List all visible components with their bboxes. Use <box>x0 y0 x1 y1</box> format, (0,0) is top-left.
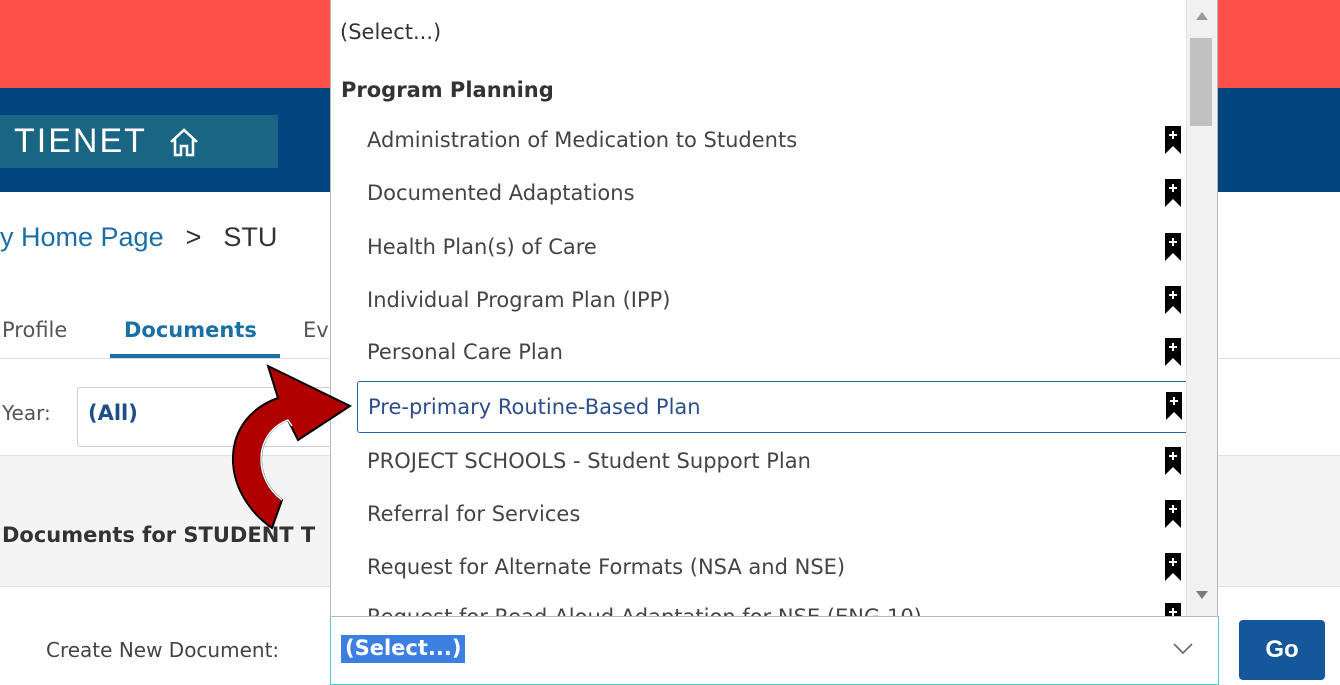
bookmark-plus-icon <box>1165 286 1181 314</box>
dropdown-option[interactable]: Health Plan(s) of Care <box>357 227 1189 267</box>
dropdown-option-label: Administration of Medication to Students <box>367 128 798 152</box>
dropdown-option-label: Request for Read-Aloud Adaptation for NS… <box>367 605 922 617</box>
bookmark-plus-icon <box>1165 447 1181 475</box>
dropdown-option-label: Pre-primary Routine-Based Plan <box>368 395 701 419</box>
tab-profile[interactable]: Profile <box>2 318 67 342</box>
curved-red-arrow-icon <box>231 364 353 530</box>
dropdown-option-label: Personal Care Plan <box>367 340 563 364</box>
dropdown-option[interactable]: Request for Alternate Formats (NSA and N… <box>357 547 1189 587</box>
bookmark-plus-icon <box>1165 553 1181 581</box>
tab-ev[interactable]: Ev <box>303 318 329 342</box>
document-type-dropdown[interactable]: (Select...) Program Planning Administrat… <box>330 0 1218 617</box>
go-button[interactable]: Go <box>1239 620 1325 680</box>
dropdown-option-label: Individual Program Plan (IPP) <box>367 288 671 312</box>
year-label: Year: <box>2 401 51 425</box>
dropdown-option[interactable]: Documented Adaptations <box>357 173 1189 213</box>
dropdown-option[interactable]: Referral for Services <box>357 494 1189 534</box>
dropdown-option[interactable]: Individual Program Plan (IPP) <box>357 280 1189 320</box>
tab-documents[interactable]: Documents <box>124 318 257 342</box>
bookmark-plus-icon <box>1166 392 1182 420</box>
chevron-down-icon[interactable] <box>1172 637 1194 659</box>
create-document-label: Create New Document: <box>46 638 280 662</box>
scroll-up-arrow-icon[interactable] <box>1196 12 1208 20</box>
dropdown-option-highlighted[interactable]: Pre-primary Routine-Based Plan <box>357 381 1191 433</box>
bookmark-plus-icon <box>1165 126 1181 154</box>
dropdown-group-label: Program Planning <box>341 78 554 102</box>
bookmark-plus-icon <box>1165 179 1181 207</box>
logo-text: TIENET <box>14 122 147 160</box>
dropdown-option[interactable]: Administration of Medication to Students <box>357 120 1189 160</box>
dropdown-option-label: Referral for Services <box>367 502 581 526</box>
scrollbar-thumb[interactable] <box>1190 38 1212 126</box>
bookmark-plus-icon <box>1165 603 1181 616</box>
dropdown-option-label: PROJECT SCHOOLS - Student Support Plan <box>367 449 811 473</box>
breadcrumb-home-link[interactable]: y Home Page <box>0 222 164 252</box>
home-icon[interactable] <box>167 125 201 159</box>
app-logo[interactable]: TIENET <box>0 115 278 168</box>
year-select-value: (All) <box>88 401 138 425</box>
dropdown-option-label: Health Plan(s) of Care <box>367 235 597 259</box>
breadcrumb-separator: > <box>185 222 202 252</box>
breadcrumb-current: STU <box>223 222 278 252</box>
bookmark-plus-icon <box>1165 338 1181 366</box>
dropdown-option[interactable]: PROJECT SCHOOLS - Student Support Plan <box>357 441 1189 481</box>
dropdown-option[interactable]: Personal Care Plan <box>357 332 1189 372</box>
scroll-down-arrow-icon[interactable] <box>1196 591 1208 599</box>
breadcrumb: y Home Page > STU <box>0 222 277 253</box>
bookmark-plus-icon <box>1165 500 1181 528</box>
dropdown-option-select[interactable]: (Select...) <box>340 20 441 44</box>
dropdown-option-label: Request for Alternate Formats (NSA and N… <box>367 555 846 579</box>
dropdown-option[interactable]: Request for Read-Aloud Adaptation for NS… <box>357 597 1189 617</box>
bookmark-plus-icon <box>1165 233 1181 261</box>
create-document-select-value: (Select...) <box>341 635 466 663</box>
dropdown-option-label: Documented Adaptations <box>367 181 635 205</box>
